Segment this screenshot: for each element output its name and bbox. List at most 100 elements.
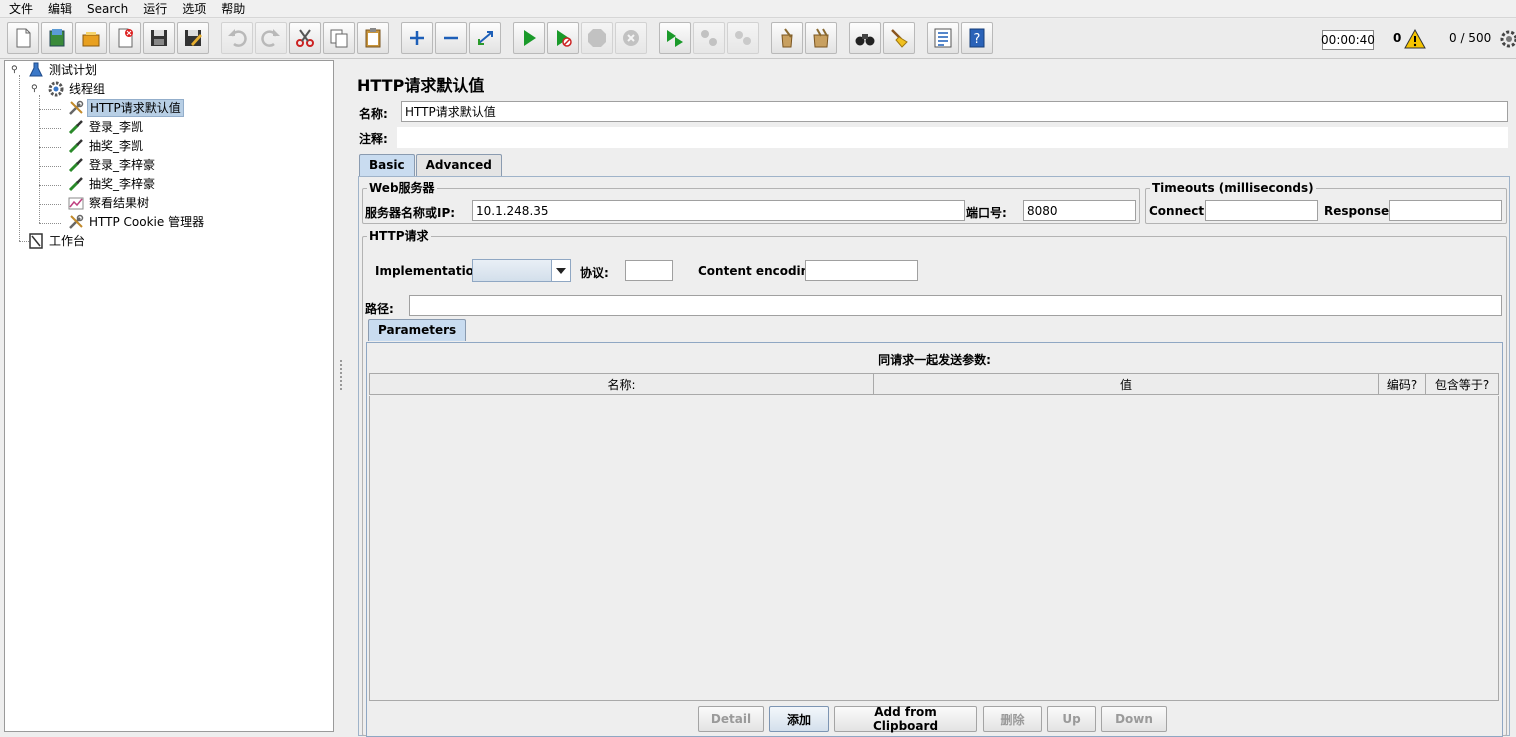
- save-icon: [151, 30, 167, 46]
- open-button[interactable]: [75, 22, 107, 54]
- comment-field[interactable]: [397, 127, 1508, 148]
- redo-button[interactable]: [255, 22, 287, 54]
- start-button[interactable]: [513, 22, 545, 54]
- port-field[interactable]: [1023, 200, 1136, 221]
- paste-icon: [365, 28, 381, 48]
- help-button[interactable]: ?: [961, 22, 993, 54]
- search-button[interactable]: [849, 22, 881, 54]
- col-header-include-equals[interactable]: 包含等于?: [1426, 374, 1498, 394]
- tab-basic[interactable]: Basic: [359, 154, 415, 176]
- detail-button[interactable]: Detail: [698, 706, 764, 732]
- name-field[interactable]: [401, 101, 1508, 122]
- warning-icon[interactable]: [1404, 29, 1426, 49]
- add-button[interactable]: 添加: [769, 706, 829, 732]
- stop-button[interactable]: [581, 22, 613, 54]
- tree-node-lottery-li-kai[interactable]: 抽奖_李凯: [67, 137, 145, 155]
- templates-icon: [49, 29, 65, 47]
- save-button[interactable]: [143, 22, 175, 54]
- tree-node-lottery-li-zihao[interactable]: 抽奖_李梓豪: [67, 175, 157, 193]
- connect-timeout-field[interactable]: [1205, 200, 1318, 221]
- col-header-encode[interactable]: 编码?: [1379, 374, 1426, 394]
- implementation-select[interactable]: [472, 259, 571, 282]
- function-helper-button[interactable]: [927, 22, 959, 54]
- toggle-button[interactable]: [469, 22, 501, 54]
- protocol-label: 协议:: [580, 266, 609, 280]
- paste-button[interactable]: [357, 22, 389, 54]
- copy-button[interactable]: [323, 22, 355, 54]
- collapse-icon: [444, 36, 458, 40]
- undo-button[interactable]: [221, 22, 253, 54]
- path-field[interactable]: [409, 295, 1502, 316]
- tab-advanced[interactable]: Advanced: [415, 154, 502, 176]
- tree-node-http-defaults[interactable]: HTTP请求默认值: [67, 99, 184, 117]
- split-pane-divider[interactable]: [336, 60, 346, 732]
- server-ip-field[interactable]: [472, 200, 965, 221]
- tree-node-cookie-manager[interactable]: HTTP Cookie 管理器: [67, 213, 206, 231]
- delete-button[interactable]: 删除: [983, 706, 1042, 732]
- clear-all-button[interactable]: [805, 22, 837, 54]
- config-wrench-icon: [67, 99, 85, 117]
- svg-text:?: ?: [974, 32, 981, 47]
- sampler-pipette-icon: [67, 118, 85, 136]
- start-icon: [524, 30, 536, 46]
- parameters-panel: 同请求一起发送参数: 名称: 值 编码? 包含等于?: [366, 342, 1503, 737]
- test-plan-tree[interactable]: ⚲ ⚲ 测试计划 线程组 HTTP请求默认值 登录_李凯 抽奖_李凯 登录_李梓…: [4, 60, 334, 732]
- reset-search-icon: [891, 29, 908, 48]
- close-button[interactable]: [109, 22, 141, 54]
- tree-node-login-li-zihao[interactable]: 登录_李梓豪: [67, 156, 157, 174]
- tree-node-view-results-tree[interactable]: 察看结果树: [67, 194, 151, 212]
- comment-label: 注释:: [359, 132, 388, 146]
- menu-edit[interactable]: 编辑: [39, 1, 78, 17]
- tree-node-thread-group[interactable]: 线程组: [47, 80, 107, 98]
- chevron-down-icon[interactable]: [551, 260, 570, 281]
- port-label: 端口号:: [966, 206, 1007, 220]
- menu-search[interactable]: Search: [78, 1, 134, 17]
- down-button[interactable]: Down: [1101, 706, 1167, 732]
- save-as-icon: [185, 30, 202, 46]
- new-button[interactable]: [7, 22, 39, 54]
- server-label: 服务器名称或IP:: [365, 206, 456, 220]
- tree-toggle-thread-group[interactable]: ⚲: [31, 85, 40, 94]
- collapse-all-button[interactable]: [435, 22, 467, 54]
- menu-file[interactable]: 文件: [0, 1, 39, 17]
- remote-shutdown-button[interactable]: [727, 22, 759, 54]
- save-as-button[interactable]: [177, 22, 209, 54]
- tree-node-login-li-kai[interactable]: 登录_李凯: [67, 118, 145, 136]
- cut-button[interactable]: [289, 22, 321, 54]
- shutdown-button[interactable]: [615, 22, 647, 54]
- sampler-pipette-icon: [67, 156, 85, 174]
- menu-run[interactable]: 运行: [134, 1, 173, 17]
- gear-icon: [1500, 30, 1516, 48]
- protocol-field[interactable]: [625, 260, 673, 281]
- start-no-pauses-button[interactable]: [547, 22, 579, 54]
- toggle-icon: [478, 31, 493, 45]
- add-from-clipboard-button[interactable]: Add from Clipboard: [834, 705, 977, 733]
- content-encoding-field[interactable]: [805, 260, 918, 281]
- tree-node-test-plan[interactable]: 测试计划: [27, 61, 99, 79]
- shutdown-icon: [623, 30, 639, 46]
- parameters-table-body[interactable]: [369, 396, 1499, 701]
- implementation-label: Implementation:: [375, 264, 488, 278]
- name-label: 名称:: [359, 107, 388, 121]
- expand-all-button[interactable]: [401, 22, 433, 54]
- element-editor-panel: HTTP请求默认值 名称: 注释: Basic Advanced Web服务器 …: [346, 60, 1516, 737]
- col-header-value[interactable]: 值: [874, 374, 1379, 394]
- split-grip: [340, 360, 342, 390]
- tab-parameters[interactable]: Parameters: [368, 319, 467, 341]
- menu-options[interactable]: 选项: [173, 1, 212, 17]
- col-header-name[interactable]: 名称:: [370, 374, 874, 394]
- response-timeout-field[interactable]: [1389, 200, 1502, 221]
- up-button[interactable]: Up: [1047, 706, 1096, 732]
- content-encoding-label: Content encoding:: [698, 264, 823, 278]
- connect-label: Connect:: [1149, 204, 1209, 218]
- clear-button[interactable]: [771, 22, 803, 54]
- tree-toggle-test-plan[interactable]: ⚲: [11, 66, 20, 75]
- test-plan-icon: [27, 61, 45, 79]
- remote-stop-button[interactable]: [693, 22, 725, 54]
- menu-help[interactable]: 帮助: [212, 1, 251, 17]
- copy-icon: [330, 29, 348, 48]
- tree-node-workbench[interactable]: 工作台: [27, 232, 87, 250]
- reset-search-button[interactable]: [883, 22, 915, 54]
- remote-start-button[interactable]: [659, 22, 691, 54]
- templates-button[interactable]: [41, 22, 73, 54]
